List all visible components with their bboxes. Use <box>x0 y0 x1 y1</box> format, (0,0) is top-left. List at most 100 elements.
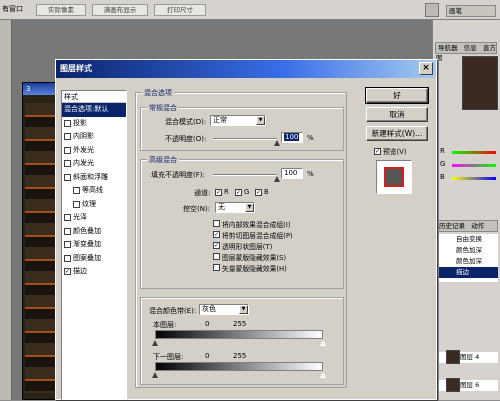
style-checkbox[interactable] <box>64 227 71 235</box>
underlying-layer-max: 255 <box>233 352 247 360</box>
this-layer-white-thumb[interactable] <box>320 340 326 346</box>
style-item-label: 投影 <box>73 118 87 127</box>
chevron-down-icon: ▼ <box>256 116 265 125</box>
style-item[interactable]: 斜面和浮雕 <box>62 171 126 185</box>
knockout-select[interactable]: 无 ▼ <box>215 202 255 213</box>
blend-option-label: 图层蒙版隐藏效果(S) <box>222 253 286 262</box>
check-icon: ✓ <box>235 188 242 196</box>
palette-well-icon[interactable] <box>425 3 439 17</box>
style-checkbox[interactable]: ✓ <box>64 268 71 276</box>
style-item[interactable]: 内阴影 <box>62 130 126 144</box>
underlying-layer-black-thumb[interactable] <box>152 372 158 378</box>
blend-mode-select[interactable]: 正常 ▼ <box>210 115 266 126</box>
style-item-label: 等高线 <box>82 186 103 195</box>
ok-button[interactable]: 好 <box>365 87 429 104</box>
this-layer-label: 本图层: <box>153 321 177 329</box>
style-item[interactable]: 内发光 <box>62 157 126 171</box>
new-style-button[interactable]: 新建样式(W)... <box>366 126 428 141</box>
blend-option-label: 透明形状图层(T) <box>222 242 273 251</box>
fill-opacity-input[interactable]: 100 <box>281 168 303 179</box>
layer-thumbnail <box>446 350 460 364</box>
blend-option-checkbox[interactable]: 图层蒙版隐藏效果(S) <box>213 251 341 262</box>
style-item[interactable]: 外发光 <box>62 144 126 158</box>
style-item[interactable]: 渐变叠加 <box>62 238 126 252</box>
color-b-slider[interactable] <box>452 177 496 180</box>
style-checkbox[interactable] <box>64 214 71 222</box>
blending-options-group: 混合选项 常规混合 混合模式(D): 正常 ▼ 不透明度(O): 100 % 高… <box>135 88 347 388</box>
style-checkbox[interactable] <box>73 200 80 208</box>
history-item[interactable]: 描边 <box>436 267 498 278</box>
color-r-slider[interactable] <box>452 151 496 154</box>
blend-if-label: 混合颜色带(E): <box>149 307 197 315</box>
blend-option-label: 将剪切图层混合成组(P) <box>222 231 293 240</box>
style-checkbox[interactable] <box>64 160 71 168</box>
opacity-slider-thumb[interactable] <box>274 140 280 146</box>
tool-preset-tab[interactable]: 画笔 <box>446 5 496 17</box>
style-item[interactable]: 混合选项:默认 <box>62 103 126 117</box>
blend-option-label: 将内部效果混合成组(I) <box>222 220 291 229</box>
style-item-label: 颜色叠加 <box>73 226 101 235</box>
color-b-label: B <box>440 173 445 181</box>
color-r-label: R <box>440 147 445 155</box>
style-checkbox[interactable] <box>73 187 80 195</box>
blend-option-checkbox[interactable]: 矢量蒙版隐藏效果(H) <box>213 262 341 273</box>
tab-navigator[interactable]: 导航器 <box>436 44 460 52</box>
actual-pixels-button[interactable]: 实际像素 <box>36 4 86 16</box>
channel-g-checkbox[interactable]: ✓ G <box>235 188 249 196</box>
blend-option-checkbox[interactable]: ✓ 透明形状图层(T) <box>213 240 341 251</box>
advanced-blending-group: 高级混合 填充不透明度(F): 100 % 通道: ✓ R ✓ G ✓ B 挖空(N)… <box>140 155 344 289</box>
style-item[interactable]: ✓ 描边 <box>62 265 126 279</box>
fit-on-screen-button[interactable]: 满画布显示 <box>92 4 148 16</box>
style-checkbox[interactable] <box>64 146 71 154</box>
style-checkbox[interactable] <box>64 119 71 127</box>
blend-if-select[interactable]: 灰色 ▼ <box>199 304 249 315</box>
blending-options-title: 混合选项 <box>142 88 174 98</box>
style-item[interactable]: 等高线 <box>62 184 126 198</box>
color-g-slider[interactable] <box>452 164 496 167</box>
preview-label: 预览(V) <box>383 148 407 156</box>
tab-history[interactable]: 历史记录 <box>437 222 467 230</box>
check-icon <box>213 253 220 260</box>
style-checkbox[interactable] <box>64 254 71 262</box>
advanced-blending-title: 高级混合 <box>147 155 179 165</box>
preview-checkbox[interactable]: ✓ 预览(V) <box>374 146 407 156</box>
style-item[interactable]: 纹理 <box>62 198 126 212</box>
history-item[interactable]: 自由变换 <box>436 234 498 245</box>
check-icon <box>213 264 220 271</box>
style-item[interactable]: 光泽 <box>62 211 126 225</box>
opacity-label: 不透明度(O): <box>165 135 207 143</box>
channel-r-checkbox[interactable]: ✓ R <box>215 188 229 196</box>
history-item[interactable]: 颜色加深 <box>436 256 498 267</box>
style-item-label: 纹理 <box>82 199 96 208</box>
check-icon: ✓ <box>255 188 262 196</box>
style-preview <box>376 160 412 194</box>
style-item-label: 渐变叠加 <box>73 240 101 249</box>
dialog-titlebar[interactable]: 图层样式 × <box>56 60 436 78</box>
style-item-label: 内阴影 <box>73 132 94 141</box>
chevron-down-icon: ▼ <box>245 203 254 212</box>
blend-option-checkbox[interactable]: 将内部效果混合成组(I) <box>213 218 341 229</box>
this-layer-black-thumb[interactable] <box>152 340 158 346</box>
style-item[interactable]: 图案叠加 <box>62 252 126 266</box>
print-size-button[interactable]: 打印尺寸 <box>154 4 206 16</box>
history-item[interactable]: 颜色加深 <box>436 245 498 256</box>
style-checkbox[interactable] <box>64 241 71 249</box>
blend-option-checkbox[interactable]: ✓ 将剪切图层混合成组(P) <box>213 229 341 240</box>
fill-opacity-slider-thumb[interactable] <box>274 176 280 182</box>
style-item[interactable]: 投影 <box>62 117 126 131</box>
underlying-layer-white-thumb[interactable] <box>320 372 326 378</box>
document-image <box>25 103 59 393</box>
styles-header[interactable]: 样式 <box>62 91 126 103</box>
cancel-button[interactable]: 取消 <box>366 107 428 122</box>
style-checkbox[interactable] <box>64 173 71 181</box>
tab-info[interactable]: 信息 <box>462 44 479 52</box>
fill-opacity-slider[interactable] <box>213 174 277 176</box>
channel-b-checkbox[interactable]: ✓ B <box>255 188 269 196</box>
close-button[interactable]: × <box>419 62 433 75</box>
opacity-input[interactable]: 100 <box>281 132 303 143</box>
opacity-slider[interactable] <box>213 138 277 140</box>
style-checkbox[interactable] <box>64 133 71 141</box>
tab-actions[interactable]: 动作 <box>469 222 486 230</box>
style-item[interactable]: 颜色叠加 <box>62 225 126 239</box>
style-item-label: 描边 <box>73 267 87 276</box>
